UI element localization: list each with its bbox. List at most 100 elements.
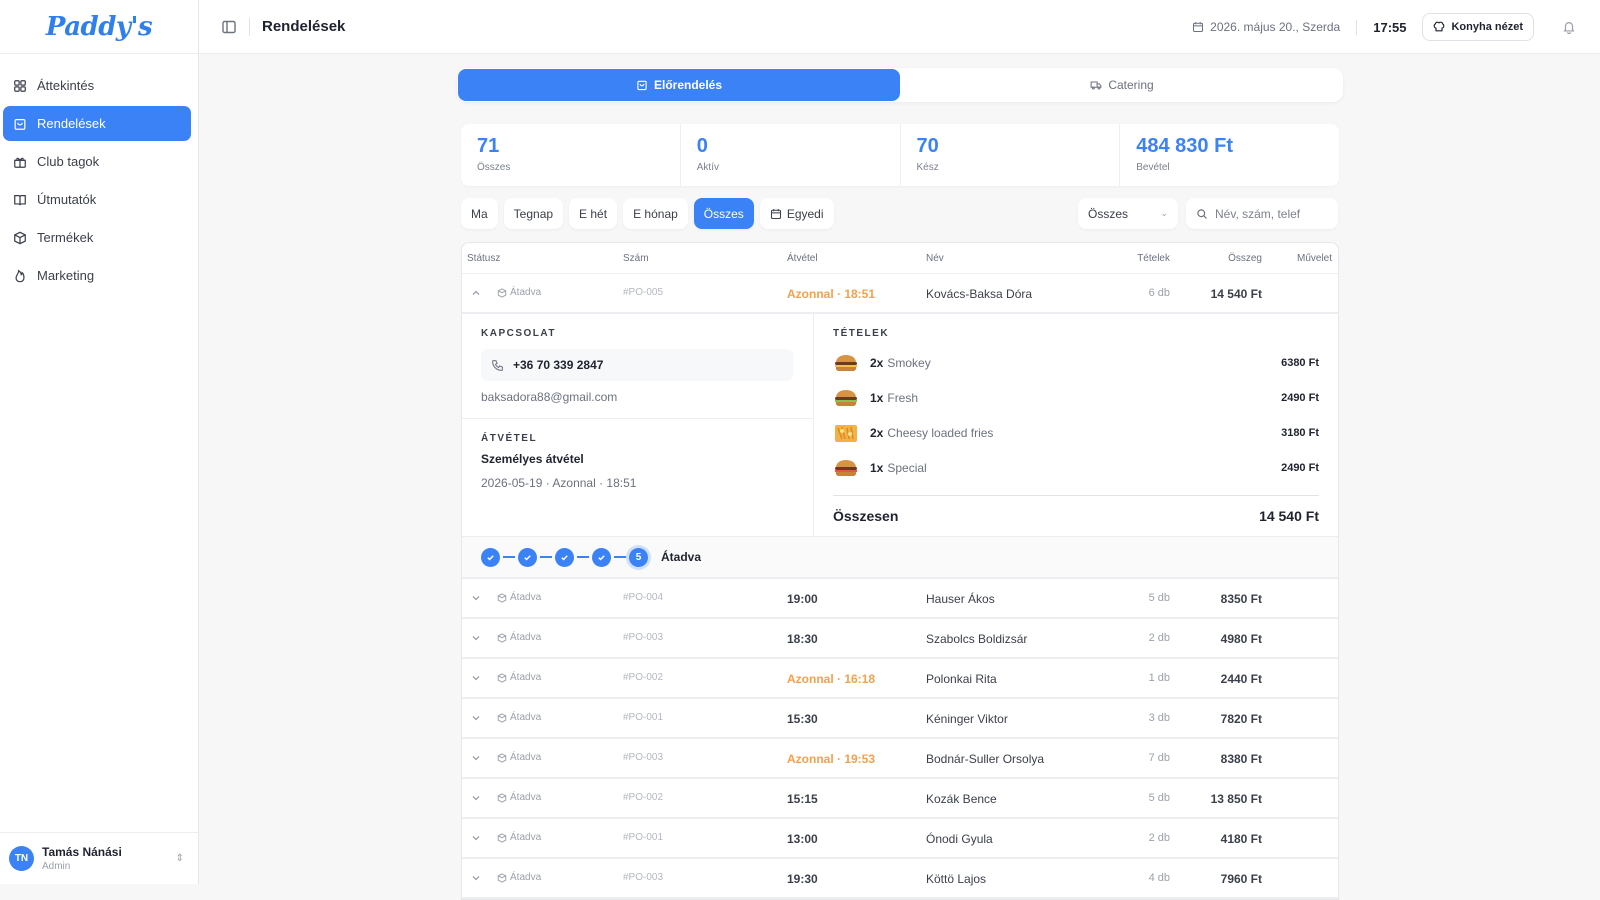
email-text[interactable]: baksadora88@gmail.com: [481, 390, 794, 404]
table-row[interactable]: Átadva#PO-00318:30Szabolcs Boldizsár2 db…: [462, 619, 1338, 659]
table-row[interactable]: Átadva#PO-00113:00Ónodi Gyula2 db4180 Ft: [462, 819, 1338, 859]
table-row[interactable]: Átadva#PO-00419:00Hauser Ákos5 db8350 Ft: [462, 579, 1338, 619]
header-divider: [249, 18, 250, 36]
check-icon: [481, 548, 500, 567]
pickup-time: 18:30: [787, 632, 818, 646]
status-text: Átadva: [510, 287, 541, 298]
app-logo[interactable]: Paddy's: [46, 12, 152, 42]
col-number[interactable]: Szám: [623, 253, 649, 264]
status-badge: Átadva: [497, 832, 541, 843]
progress-connector: [540, 556, 552, 558]
stat-active: 0 Aktív: [681, 124, 901, 186]
order-number: #PO-003: [623, 872, 663, 883]
bell-icon[interactable]: [1562, 20, 1576, 34]
col-status[interactable]: Státusz: [467, 253, 500, 264]
search-input[interactable]: [1215, 207, 1325, 221]
pickup-time: 19:00: [787, 592, 818, 606]
chevron-down-icon[interactable]: [471, 673, 481, 683]
table-body: Átadva#PO-00419:00Hauser Ákos5 db8350 Ft…: [462, 579, 1338, 899]
stat-label: Bevétel: [1136, 162, 1323, 173]
item-count: 6 db: [1149, 287, 1170, 299]
table-row-expanded[interactable]: Átadva #PO-005 Azonnal · 18:51 Kovács-Ba…: [462, 274, 1338, 314]
filter-this-month-button[interactable]: E hónap: [623, 198, 688, 229]
col-total[interactable]: Összeg: [1228, 253, 1262, 264]
sidebar-item-rendelesek[interactable]: Rendelések: [3, 106, 191, 141]
order-total: 4980 Ft: [1221, 632, 1262, 646]
filter-today-button[interactable]: Ma: [461, 198, 498, 229]
stat-done: 70 Kész: [901, 124, 1121, 186]
item-qty: 2x: [870, 356, 883, 370]
status-badge: Átadva: [497, 712, 541, 723]
filter-this-week-button[interactable]: E hét: [569, 198, 617, 229]
package-icon: [497, 753, 507, 763]
tab-catering[interactable]: Catering: [901, 68, 1343, 102]
order-total: 13 850 Ft: [1211, 792, 1262, 806]
stat-value: 71: [477, 135, 664, 158]
col-pickup[interactable]: Átvétel: [787, 253, 818, 264]
sidebar-item-marketing[interactable]: Marketing: [3, 258, 191, 293]
line-item: 1x Special 2490 Ft: [833, 450, 1319, 485]
chevron-down-icon[interactable]: [471, 593, 481, 603]
item-count: 2 db: [1149, 632, 1170, 644]
avatar: TN: [9, 846, 34, 871]
kitchen-view-button[interactable]: Konyha nézet: [1422, 13, 1534, 41]
item-price: 6380 Ft: [1281, 357, 1319, 369]
chevron-down-icon[interactable]: [471, 753, 481, 763]
sidebar-item-club-tagok[interactable]: Club tagok: [3, 144, 191, 179]
table-header: Státusz Szám Átvétel Név Tételek Összeg …: [462, 243, 1338, 274]
package-icon: [497, 633, 507, 643]
item-price: 2490 Ft: [1281, 392, 1319, 404]
gift-icon: [13, 155, 27, 169]
sidebar-item-label: Útmutatók: [37, 192, 96, 207]
user-menu[interactable]: TN Tamás Nánási Admin ⇕: [0, 832, 198, 884]
pickup-time: Azonnal · 18:51: [787, 287, 875, 301]
status-badge: Átadva: [497, 672, 541, 683]
status-select[interactable]: Összes ⌄: [1078, 198, 1178, 229]
status-badge: Átadva: [497, 592, 541, 603]
burger-icon: [833, 457, 859, 479]
item-price: 3180 Ft: [1281, 427, 1319, 439]
sidebar-item-utmutatok[interactable]: Útmutatók: [3, 182, 191, 217]
bag-icon: [636, 79, 648, 91]
progress-connector: [577, 556, 589, 558]
sidebar-item-termekek[interactable]: Termékek: [3, 220, 191, 255]
current-date: 2026. május 20., Szerda: [1192, 20, 1340, 34]
table-row[interactable]: Átadva#PO-003Azonnal · 19:53Bodnár-Sulle…: [462, 739, 1338, 779]
filter-yesterday-button[interactable]: Tegnap: [504, 198, 563, 229]
filter-custom-button[interactable]: Egyedi: [760, 198, 834, 229]
status-text: Átadva: [510, 832, 541, 843]
sidebar-item-attekintes[interactable]: Áttekintés: [3, 68, 191, 103]
table-row[interactable]: Átadva#PO-00115:30Kéninger Viktor3 db782…: [462, 699, 1338, 739]
item-count: 7 db: [1149, 752, 1170, 764]
package-icon: [497, 713, 507, 723]
package-icon: [497, 593, 507, 603]
pickup-section: ÁTVÉTEL Személyes átvétel 2026-05-19 · A…: [462, 418, 813, 510]
col-items[interactable]: Tételek: [1137, 253, 1170, 264]
table-row[interactable]: Átadva#PO-00215:15Kozák Bence5 db13 850 …: [462, 779, 1338, 819]
chevron-up-icon[interactable]: [471, 288, 481, 298]
col-name[interactable]: Név: [926, 253, 944, 264]
filter-all-button[interactable]: Összes: [694, 198, 754, 229]
tab-elorendeles[interactable]: Előrendelés: [458, 69, 900, 101]
status-text: Átadva: [510, 752, 541, 763]
item-count: 3 db: [1149, 712, 1170, 724]
chevron-down-icon[interactable]: [471, 793, 481, 803]
sidebar-toggle-icon[interactable]: [221, 19, 237, 35]
grid-icon: [13, 79, 27, 93]
chevron-down-icon[interactable]: [471, 873, 481, 883]
pickup-heading: ÁTVÉTEL: [481, 433, 794, 444]
chevron-down-icon[interactable]: [471, 713, 481, 723]
stat-value: 484 830 Ft: [1136, 135, 1323, 158]
total-value: 14 540 Ft: [1259, 508, 1319, 524]
stats-bar: 71 Összes 0 Aktív 70 Kész 484 830 Ft Bev…: [461, 124, 1339, 186]
package-icon: [497, 288, 507, 298]
chevron-down-icon[interactable]: [471, 633, 481, 643]
table-row[interactable]: Átadva#PO-00319:30Köttö Lajos4 db7960 Ft: [462, 859, 1338, 899]
calendar-icon: [1192, 21, 1204, 33]
table-row[interactable]: Átadva#PO-002Azonnal · 16:18Polonkai Rit…: [462, 659, 1338, 699]
phone-field[interactable]: +36 70 339 2847: [481, 349, 793, 381]
customer-name: Polonkai Rita: [926, 672, 997, 686]
chevron-down-icon[interactable]: [471, 833, 481, 843]
items-heading: TÉTELEK: [833, 328, 1319, 339]
customer-name: Hauser Ákos: [926, 592, 995, 606]
